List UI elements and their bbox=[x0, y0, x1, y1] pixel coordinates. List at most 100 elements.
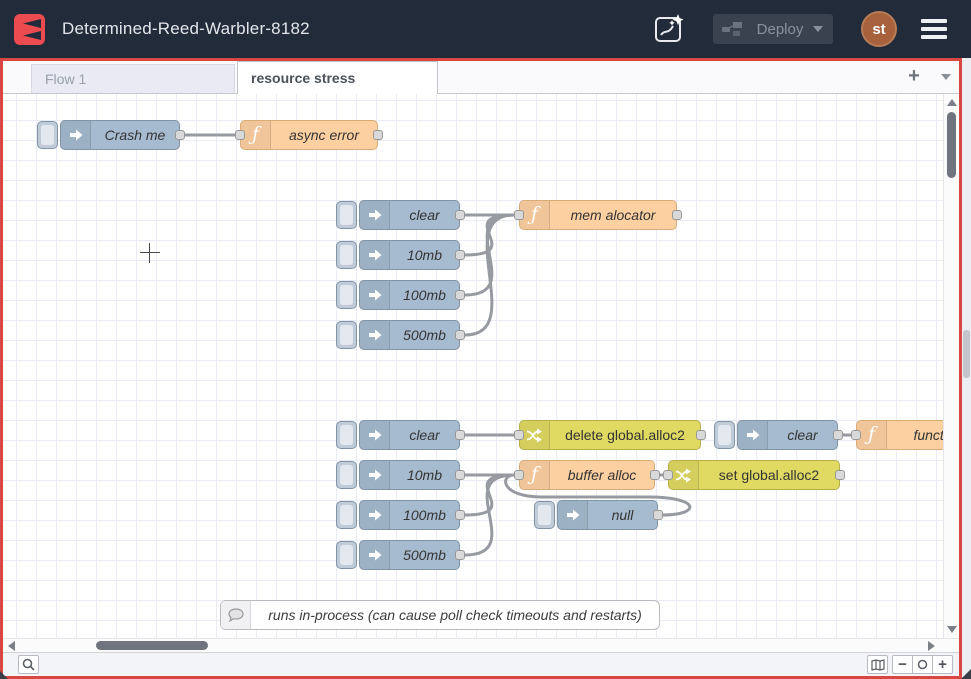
inject-icon bbox=[360, 201, 390, 229]
tab-resource-stress[interactable]: resource stress bbox=[237, 61, 438, 94]
zoom-reset-button[interactable] bbox=[912, 655, 933, 674]
input-port[interactable] bbox=[663, 470, 673, 480]
inject-trigger-button[interactable] bbox=[336, 201, 357, 229]
node-change-delalloc[interactable]: delete global.alloc2 bbox=[519, 420, 701, 450]
main-menu-button[interactable] bbox=[921, 19, 947, 39]
input-port[interactable] bbox=[514, 430, 524, 440]
canvas-horizontal-scrollbar[interactable] bbox=[3, 638, 959, 652]
inject-arrow-icon bbox=[367, 547, 383, 563]
node-inject-mb100a[interactable]: 100mb bbox=[359, 280, 460, 310]
output-port[interactable] bbox=[672, 210, 682, 220]
inject-trigger-button[interactable] bbox=[534, 501, 555, 529]
node-inject-clear1[interactable]: clear bbox=[359, 200, 460, 230]
node-inject-mb10b[interactable]: 10mb bbox=[359, 460, 460, 490]
change-shuffle-icon bbox=[675, 468, 692, 483]
canvas-vertical-scrollbar[interactable] bbox=[943, 94, 959, 638]
function-icon: ƒ bbox=[520, 201, 550, 229]
output-port[interactable] bbox=[833, 430, 843, 440]
search-button[interactable] bbox=[18, 655, 39, 674]
node-inject-mb500a[interactable]: 500mb bbox=[359, 320, 460, 350]
vertical-scroll-thumb[interactable] bbox=[947, 112, 956, 178]
scroll-down-icon[interactable] bbox=[947, 626, 957, 633]
inject-icon bbox=[360, 321, 390, 349]
function-f-glyph: ƒ bbox=[531, 205, 538, 226]
output-port[interactable] bbox=[373, 130, 383, 140]
node-label: clear bbox=[768, 421, 837, 449]
node-function-fnright[interactable]: ƒfunction bbox=[856, 420, 943, 450]
output-port[interactable] bbox=[455, 330, 465, 340]
inject-trigger-button[interactable] bbox=[336, 281, 357, 309]
output-port[interactable] bbox=[455, 510, 465, 520]
inject-trigger-button[interactable] bbox=[336, 241, 357, 269]
node-function-bufalloc[interactable]: ƒbuffer alloc bbox=[519, 460, 655, 490]
output-port[interactable] bbox=[653, 510, 663, 520]
output-port[interactable] bbox=[696, 430, 706, 440]
node-inject-nullinj[interactable]: null bbox=[557, 500, 658, 530]
add-flow-button[interactable]: + bbox=[903, 66, 925, 88]
node-label: clear bbox=[390, 201, 459, 229]
output-port[interactable] bbox=[455, 550, 465, 560]
deploy-options-caret[interactable] bbox=[813, 26, 823, 32]
inject-trigger-button[interactable] bbox=[714, 421, 735, 449]
flow-tabbar: Flow 1 resource stress + bbox=[3, 61, 959, 94]
node-comment-comment1[interactable]: runs in-process (can cause poll check ti… bbox=[220, 600, 660, 630]
browser-scroll-thumb[interactable] bbox=[963, 330, 970, 378]
node-inject-clear3[interactable]: clear bbox=[737, 420, 838, 450]
deploy-button[interactable]: Deploy bbox=[713, 14, 833, 44]
node-inject-clear2[interactable]: clear bbox=[359, 420, 460, 450]
flow-list-caret-icon[interactable] bbox=[941, 74, 951, 80]
inject-icon bbox=[360, 461, 390, 489]
inject-trigger-button[interactable] bbox=[336, 501, 357, 529]
input-port[interactable] bbox=[235, 130, 245, 140]
inject-arrow-icon bbox=[367, 507, 383, 523]
zoom-in-button[interactable]: + bbox=[932, 655, 953, 674]
flow-canvas[interactable]: Crash me ƒasync error clear 10mb 100mb 500mb ƒ… bbox=[3, 94, 943, 638]
change-icon bbox=[669, 461, 699, 489]
function-f-glyph: ƒ bbox=[252, 125, 259, 146]
user-avatar[interactable]: st bbox=[861, 11, 897, 47]
scroll-up-icon[interactable] bbox=[947, 99, 957, 106]
node-function-memalloc[interactable]: ƒmem alocator bbox=[519, 200, 677, 230]
output-port[interactable] bbox=[455, 210, 465, 220]
node-inject-mb500b[interactable]: 500mb bbox=[359, 540, 460, 570]
inject-trigger-button[interactable] bbox=[336, 421, 357, 449]
node-inject-mb100b[interactable]: 100mb bbox=[359, 500, 460, 530]
node-label: delete global.alloc2 bbox=[550, 421, 700, 449]
output-port[interactable] bbox=[455, 470, 465, 480]
tab-flow-1[interactable]: Flow 1 bbox=[31, 64, 235, 94]
scroll-left-icon[interactable] bbox=[8, 641, 15, 651]
inject-trigger-button[interactable] bbox=[37, 121, 58, 149]
inject-trigger-button[interactable] bbox=[336, 541, 357, 569]
node-function-asyncerr[interactable]: ƒasync error bbox=[240, 120, 378, 150]
browser-scrollbar[interactable] bbox=[962, 58, 971, 679]
deploy-nodes-icon bbox=[721, 21, 747, 37]
tab-label: Flow 1 bbox=[45, 71, 86, 87]
navigator-button[interactable] bbox=[867, 655, 888, 674]
zoom-controls: − + bbox=[892, 655, 953, 674]
wire-mb500a-to-memalloc[interactable] bbox=[465, 215, 514, 335]
function-icon: ƒ bbox=[241, 121, 271, 149]
output-port[interactable] bbox=[455, 430, 465, 440]
inject-arrow-icon bbox=[68, 127, 84, 143]
scroll-right-icon[interactable] bbox=[928, 641, 935, 651]
zoom-out-button[interactable]: − bbox=[892, 655, 913, 674]
output-port[interactable] bbox=[455, 250, 465, 260]
input-port[interactable] bbox=[851, 430, 861, 440]
horizontal-scroll-thumb[interactable] bbox=[96, 641, 208, 650]
flowfuse-logo-icon[interactable] bbox=[14, 14, 45, 45]
output-port[interactable] bbox=[650, 470, 660, 480]
input-port[interactable] bbox=[514, 470, 524, 480]
node-inject-crashme[interactable]: Crash me bbox=[60, 120, 180, 150]
input-port[interactable] bbox=[514, 210, 524, 220]
inject-arrow-icon bbox=[367, 427, 383, 443]
node-inject-mb10a[interactable]: 10mb bbox=[359, 240, 460, 270]
inject-trigger-button[interactable] bbox=[336, 321, 357, 349]
node-change-setalloc[interactable]: set global.alloc2 bbox=[668, 460, 840, 490]
output-port[interactable] bbox=[455, 290, 465, 300]
output-port[interactable] bbox=[835, 470, 845, 480]
inject-trigger-button[interactable] bbox=[336, 461, 357, 489]
ai-assistant-icon[interactable] bbox=[651, 12, 687, 46]
output-port[interactable] bbox=[175, 130, 185, 140]
inject-icon bbox=[360, 241, 390, 269]
inject-arrow-icon bbox=[367, 467, 383, 483]
